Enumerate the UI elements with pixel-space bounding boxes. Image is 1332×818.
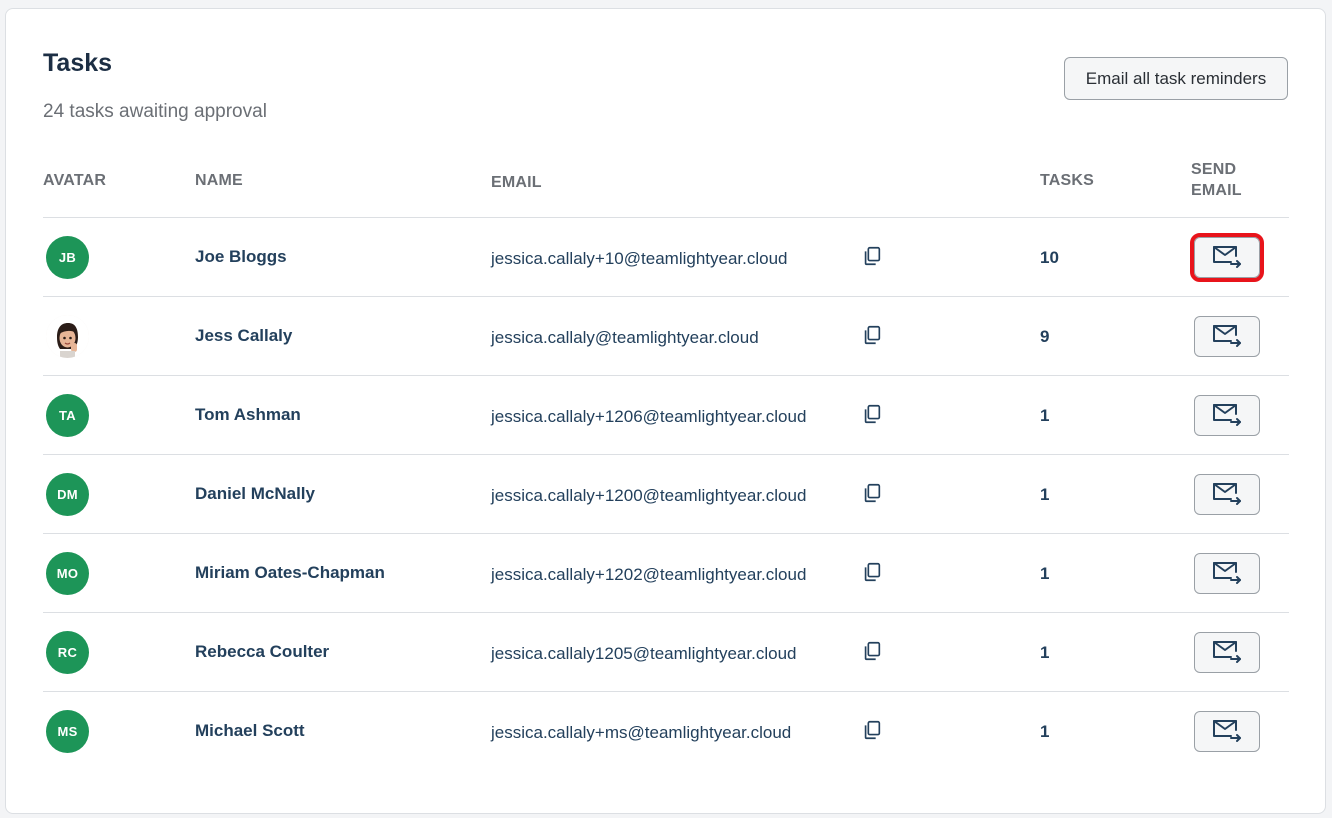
user-email: jessica.callaly@teamlightyear.cloud xyxy=(491,328,759,347)
tasks-table-body: JB Joe Bloggs jessica.callaly+10@teamlig… xyxy=(43,218,1289,771)
copy-icon[interactable] xyxy=(861,719,883,741)
avatar: DM xyxy=(46,473,89,516)
avatar: TA xyxy=(46,394,89,437)
tasks-card: Tasks 24 tasks awaiting approval Email a… xyxy=(5,8,1326,814)
column-header-send-email: SEND EMAIL xyxy=(1191,159,1261,201)
mail-send-icon xyxy=(1211,480,1243,509)
avatar: RC xyxy=(46,631,89,674)
column-header-avatar: AVATAR xyxy=(43,172,107,189)
user-email: jessica.callaly+1200@teamlightyear.cloud xyxy=(491,486,807,505)
user-name: Rebecca Coulter xyxy=(195,642,330,661)
task-count: 1 xyxy=(1040,485,1050,504)
copy-icon[interactable] xyxy=(861,561,883,583)
user-email: jessica.callaly+1206@teamlightyear.cloud xyxy=(491,407,807,426)
send-email-button[interactable] xyxy=(1194,395,1260,436)
column-header-send-line1: SEND xyxy=(1191,161,1237,178)
column-header-email: EMAIL xyxy=(491,174,542,191)
mail-send-icon xyxy=(1211,638,1243,667)
task-count: 1 xyxy=(1040,722,1050,741)
send-email-button[interactable] xyxy=(1194,632,1260,673)
table-header: AVATAR NAME EMAIL TASKS SEND EMAIL xyxy=(43,159,1289,218)
task-count: 1 xyxy=(1040,564,1050,583)
table-row: RC Rebecca Coulter jessica.callaly1205@t… xyxy=(43,613,1289,692)
copy-icon[interactable] xyxy=(861,324,883,346)
column-header-tasks: TASKS xyxy=(1040,172,1095,189)
mail-send-icon xyxy=(1211,243,1243,272)
email-all-reminders-button[interactable]: Email all task reminders xyxy=(1064,57,1288,100)
user-name: Daniel McNally xyxy=(195,484,315,503)
table-row: TA Tom Ashman jessica.callaly+1206@teaml… xyxy=(43,376,1289,455)
task-count: 1 xyxy=(1040,406,1050,425)
send-email-button[interactable] xyxy=(1194,553,1260,594)
send-email-button[interactable] xyxy=(1194,474,1260,515)
copy-icon[interactable] xyxy=(861,640,883,662)
page-title: Tasks xyxy=(43,49,113,77)
table-row: Jess Callaly jessica.callaly@teamlightye… xyxy=(43,297,1289,376)
table-row: MS Michael Scott jessica.callaly+ms@team… xyxy=(43,692,1289,771)
copy-icon[interactable] xyxy=(861,482,883,504)
copy-icon[interactable] xyxy=(861,245,883,267)
memoji-avatar-image xyxy=(46,315,89,358)
send-email-button[interactable] xyxy=(1194,711,1260,752)
mail-send-icon xyxy=(1211,322,1243,351)
mail-send-icon xyxy=(1211,401,1243,430)
user-name: Tom Ashman xyxy=(195,405,301,424)
user-name: Joe Bloggs xyxy=(195,247,287,266)
avatar: JB xyxy=(46,236,89,279)
tasks-awaiting-count: 24 tasks awaiting approval xyxy=(43,101,267,122)
user-email: jessica.callaly1205@teamlightyear.cloud xyxy=(491,644,797,663)
send-email-button[interactable] xyxy=(1190,233,1264,282)
avatar: MO xyxy=(46,552,89,595)
task-count: 10 xyxy=(1040,248,1059,267)
user-name: Michael Scott xyxy=(195,721,305,740)
avatar: MS xyxy=(46,710,89,753)
user-name: Jess Callaly xyxy=(195,326,293,345)
column-header-name: NAME xyxy=(195,172,243,189)
user-email: jessica.callaly+10@teamlightyear.cloud xyxy=(491,249,788,268)
copy-icon[interactable] xyxy=(861,403,883,425)
table-row: JB Joe Bloggs jessica.callaly+10@teamlig… xyxy=(43,218,1289,297)
task-count: 9 xyxy=(1040,327,1050,346)
send-email-button[interactable] xyxy=(1194,316,1260,357)
user-email: jessica.callaly+ms@teamlightyear.cloud xyxy=(491,723,792,742)
avatar xyxy=(46,315,89,358)
table-row: DM Daniel McNally jessica.callaly+1200@t… xyxy=(43,455,1289,534)
user-name: Miriam Oates-Chapman xyxy=(195,563,385,582)
mail-send-icon xyxy=(1211,559,1243,588)
table-row: MO Miriam Oates-Chapman jessica.callaly+… xyxy=(43,534,1289,613)
column-header-send-line2: EMAIL xyxy=(1191,182,1242,199)
mail-send-icon xyxy=(1211,717,1243,746)
user-email: jessica.callaly+1202@teamlightyear.cloud xyxy=(491,565,807,584)
task-count: 1 xyxy=(1040,643,1050,662)
